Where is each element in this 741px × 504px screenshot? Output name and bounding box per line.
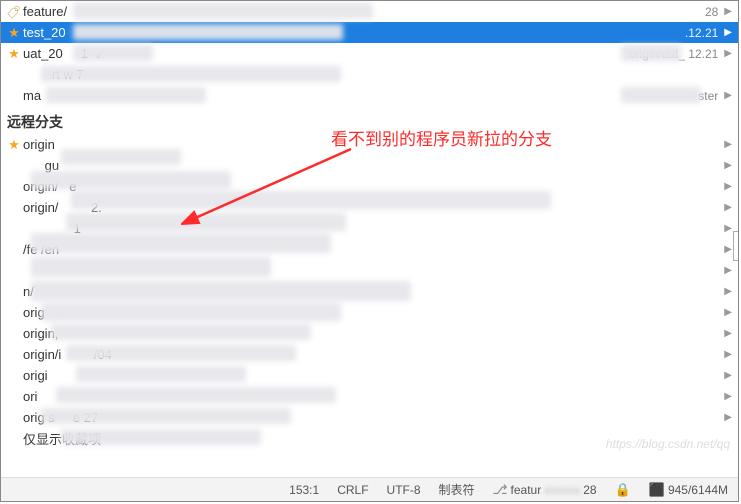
app-frame: 🏷 feature/ 28▶ ★ test_20 .12.21▶ ★ uat_2… (0, 0, 739, 502)
branch-label: 1 (23, 221, 722, 236)
show-favorites-only[interactable]: 仅显示收藏项 (1, 428, 738, 449)
bulb-icon: ⬛ (649, 482, 665, 498)
branch-list-panel: 🏷 feature/ 28▶ ★ test_20 .12.21▶ ★ uat_2… (1, 1, 738, 477)
chevron-right-icon: ▶ (724, 6, 732, 17)
branch-label: ori (23, 389, 722, 404)
remote-branch-row[interactable]: ▶ (1, 260, 738, 281)
branch-label: uat_20 1 ↙ (23, 46, 629, 61)
encoding[interactable]: UTF-8 (383, 483, 425, 497)
remote-branch-row[interactable]: /fe /en▶ (1, 239, 738, 260)
incoming-icon: ↙ (95, 49, 104, 61)
indent-mode[interactable]: 制表符 (435, 481, 479, 498)
branch-row[interactable]: rt w 7 (1, 64, 738, 85)
branch-label: origin/ 2. (23, 200, 722, 215)
branch-label: gu (23, 158, 722, 173)
side-handle[interactable] (733, 231, 738, 261)
chevron-right-icon: ▶ (724, 139, 732, 150)
remote-branch-row[interactable]: n/▶ (1, 281, 738, 302)
remote-branches-header: 远程分支 (1, 106, 738, 134)
branch-label (23, 263, 722, 278)
branch-label: n/ (23, 284, 722, 299)
branch-label: orig s e 27 (23, 410, 722, 425)
favorites-toggle-label: 仅显示收藏项 (23, 429, 732, 448)
remote-branch-row[interactable]: orig s e 27▶ (1, 407, 738, 428)
tag-icon: 🏷 (7, 4, 21, 19)
remote-branch-row[interactable]: gu▶ (1, 155, 738, 176)
chevron-right-icon: ▶ (724, 27, 732, 38)
branch-label: feature/ (23, 4, 705, 19)
lock-indicator[interactable]: 🔒 (611, 482, 635, 498)
branch-icon: ⎇ (493, 482, 508, 498)
branch-label: rt w 7 (23, 67, 732, 82)
star-icon: ★ (8, 46, 20, 62)
branch-label: origi (23, 368, 722, 383)
branch-label: origin (23, 137, 722, 152)
branch-row-feature[interactable]: 🏷 feature/ 28▶ (1, 1, 738, 22)
status-bar: 153:1 CRLF UTF-8 制表符 ⎇ featur xxxxxx 28 … (1, 477, 738, 501)
memory-indicator[interactable]: ⬛945/6144M (645, 482, 732, 498)
remote-branch-row[interactable]: origin,▶ (1, 323, 738, 344)
branch-label: orig (23, 305, 722, 320)
remote-branch-row[interactable]: origi▶ (1, 365, 738, 386)
line-ending[interactable]: CRLF (333, 483, 372, 497)
chevron-right-icon: ▶ (724, 48, 732, 59)
branch-row-test[interactable]: ★ test_20 .12.21▶ (1, 22, 738, 43)
branch-label: test_20 (23, 25, 685, 40)
cursor-position[interactable]: 153:1 (285, 483, 323, 497)
remote-branch-row[interactable]: origin/ 2.▶ (1, 197, 738, 218)
star-icon: ★ (8, 25, 20, 41)
remote-branch-row[interactable]: 1▶ (1, 218, 738, 239)
branch-label: origin/i /04 (23, 347, 722, 362)
git-branch[interactable]: ⎇ featur xxxxxx 28 (489, 482, 601, 498)
remote-branch-row[interactable]: orig▶ (1, 302, 738, 323)
remote-branch-row[interactable]: ★ origin ▶ (1, 134, 738, 155)
lock-icon: 🔒 (615, 482, 631, 498)
remote-branch-row[interactable]: origin/i /04▶ (1, 344, 738, 365)
branch-label: /fe /en (23, 242, 722, 257)
remote-branch-row[interactable]: origin/ e▶ (1, 176, 738, 197)
remote-branch-row[interactable]: ori▶ (1, 386, 738, 407)
branch-label: origin, (23, 326, 722, 341)
chevron-right-icon: ▶ (724, 90, 732, 101)
branch-row-master[interactable]: ma ster▶ (1, 85, 738, 106)
branch-row-uat[interactable]: ★ uat_20 1 ↙ origin/uat_ 12.21▶ (1, 43, 738, 64)
branch-label: origin/ e (23, 179, 722, 194)
star-icon: ★ (8, 137, 20, 153)
branch-label: ma (23, 88, 698, 103)
